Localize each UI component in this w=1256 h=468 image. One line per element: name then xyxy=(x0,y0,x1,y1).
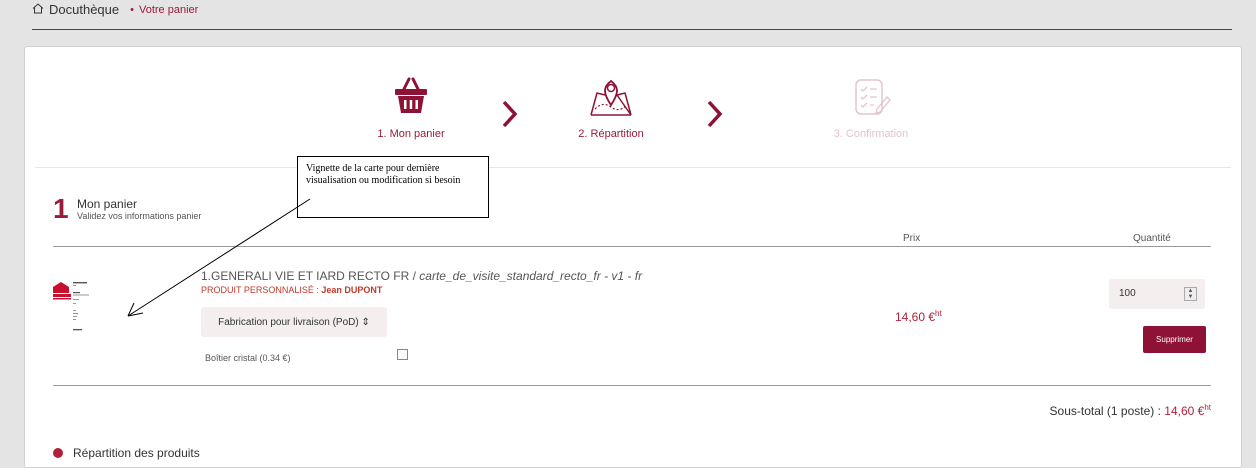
basket-icon xyxy=(395,77,427,113)
subtotal-tax-suffix: ht xyxy=(1204,403,1211,412)
section-title: Mon panier xyxy=(77,197,138,211)
chevron-right-icon xyxy=(707,100,723,128)
personalization-label: PRODUIT PERSONNALISÉ : xyxy=(201,285,322,295)
price-tax-suffix: ht xyxy=(935,309,942,318)
step-label: 3. Confirmation xyxy=(833,128,909,140)
generali-logo-icon xyxy=(53,282,89,331)
section-number: 1 xyxy=(53,193,69,224)
quantity-value: 100 xyxy=(1119,288,1136,299)
quantity-spinner-icon[interactable]: ▲ ▼ xyxy=(1184,287,1197,301)
price-value: 14,60 € xyxy=(895,310,936,324)
personalization-name: Jean DUPONT xyxy=(321,285,383,295)
section-bullet-icon xyxy=(53,448,63,458)
table-header-divider xyxy=(53,246,1211,247)
section-subtitle: Validez vos informations panier xyxy=(77,211,202,221)
map-pin-icon xyxy=(590,79,632,116)
fabrication-select[interactable]: Fabrication pour livraison (PoD) ⇕ xyxy=(201,307,387,337)
checklist-icon xyxy=(855,79,891,115)
product-separator: / xyxy=(409,269,420,283)
product-name: 1.GENERALI VIE ET IARD RECTO FR / carte_… xyxy=(201,269,642,283)
top-bar: Docuthèque • Votre panier xyxy=(0,0,1256,32)
product-thumbnail[interactable] xyxy=(51,279,107,345)
option-label: Boîtier cristal (0.34 €) xyxy=(205,353,291,363)
next-section-title: Répartition des produits xyxy=(73,446,200,460)
breadcrumb: Docuthèque • Votre panier xyxy=(32,2,198,17)
breadcrumb-current: Votre panier xyxy=(138,3,199,16)
step-repartition[interactable]: 2. Répartition xyxy=(561,75,661,140)
item-divider xyxy=(53,385,1211,386)
quantity-input[interactable]: 100 ▲ ▼ xyxy=(1109,279,1205,309)
delete-button[interactable]: Supprimer xyxy=(1143,326,1206,353)
breadcrumb-home[interactable]: Docuthèque xyxy=(49,2,119,17)
option-checkbox[interactable] xyxy=(397,349,408,360)
subtotal: Sous-total (1 poste) : 14,60 €ht xyxy=(1050,403,1211,418)
steps-divider xyxy=(35,167,1231,168)
product-title: 1.GENERALI VIE ET IARD RECTO FR xyxy=(201,269,410,283)
step-label: 1. Mon panier xyxy=(377,128,445,140)
item-price: 14,60 €ht xyxy=(895,309,942,324)
chevron-right-icon xyxy=(502,100,518,128)
product-reference: carte_de_visite_standard_recto_fr - v1 -… xyxy=(419,269,643,283)
annotation-callout: Vignette de la carte pour dernière visua… xyxy=(297,156,489,218)
product-personalization: PRODUIT PERSONNALISÉ : Jean DUPONT xyxy=(201,285,382,295)
step-label: 2. Répartition xyxy=(578,128,644,140)
breadcrumb-separator: • xyxy=(130,3,134,16)
column-header-price: Prix xyxy=(903,233,921,244)
home-icon[interactable] xyxy=(32,2,44,17)
step-mon-panier[interactable]: 1. Mon panier xyxy=(361,75,461,140)
step-confirmation: 3. Confirmation xyxy=(821,75,921,140)
column-header-quantity: Quantité xyxy=(1133,233,1171,244)
subtotal-label: Sous-total (1 poste) : xyxy=(1049,404,1165,418)
header-divider xyxy=(32,29,1232,30)
next-section-heading: Répartition des produits xyxy=(53,446,200,460)
subtotal-value: 14,60 € xyxy=(1164,404,1205,418)
cart-panel: 1. Mon panier 2. Répartition 3. Confirma… xyxy=(24,46,1242,468)
